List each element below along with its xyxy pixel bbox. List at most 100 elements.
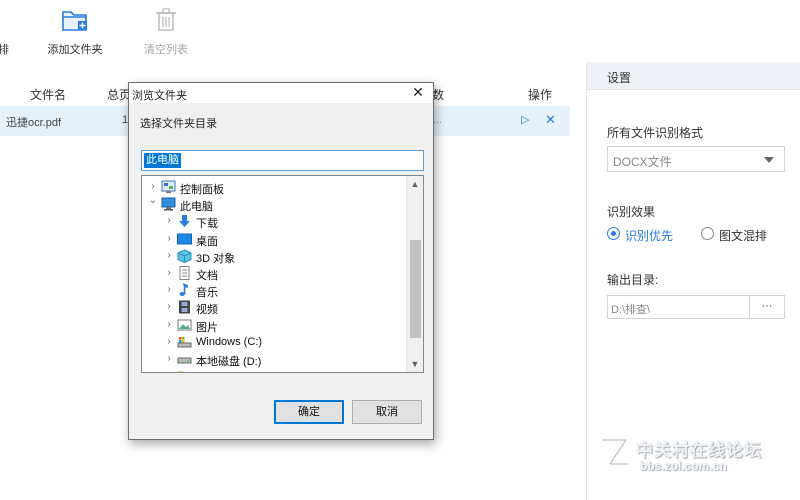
watermark: 中关村在线论坛 bbs.zol.com.cn: [596, 432, 796, 476]
add-folder-button[interactable]: 添加文件夹: [44, 0, 106, 62]
toolbar-sort-button[interactable]: 排: [0, 0, 9, 62]
remove-icon[interactable]: ✕: [545, 112, 556, 128]
tree-node[interactable]: › 新建文件夹: [164, 368, 402, 372]
browse-button[interactable]: ···: [749, 295, 785, 319]
folder-path-selected-text: 此电脑: [144, 153, 181, 168]
effect-label: 识别效果: [607, 205, 656, 219]
output-dir-input[interactable]: D:\排查\: [607, 295, 750, 319]
chevron-right-icon[interactable]: ›: [164, 215, 174, 226]
toolbar: 排 添加文件夹 清空列表: [0, 0, 800, 62]
control-panel-icon: [161, 180, 176, 194]
row-range: ...: [433, 114, 443, 126]
clear-list-label: 清空列表: [144, 44, 188, 56]
tree-node-label: Windows (C:): [196, 335, 263, 348]
play-icon[interactable]: ▷: [521, 113, 529, 126]
column-header-actions: 操作: [528, 88, 553, 102]
radio-unchecked-icon: [701, 227, 714, 240]
format-select[interactable]: DOCX文件: [607, 146, 785, 172]
tree-node[interactable]: › 音乐: [164, 282, 402, 299]
drive-d-icon: [177, 352, 192, 366]
documents-icon: [177, 266, 192, 280]
radio-mixed-layout-label: 图文混排: [719, 229, 768, 243]
chevron-right-icon[interactable]: ›: [164, 336, 174, 347]
tree-node[interactable]: › Windows (C:): [164, 334, 402, 351]
3d-objects-icon: [177, 249, 192, 263]
radio-recognition-first[interactable]: 识别优先: [607, 226, 687, 243]
chevron-right-icon[interactable]: ›: [164, 267, 174, 278]
watermark-url: bbs.zol.com.cn: [640, 459, 727, 473]
tree-node-label: 新建文件夹: [196, 370, 251, 372]
close-icon[interactable]: ✕: [407, 83, 429, 103]
computer-icon: [161, 197, 176, 211]
download-icon: [177, 214, 192, 228]
format-select-value: DOCX文件: [613, 155, 672, 169]
row-filename: 迅捷ocr.pdf: [6, 117, 62, 129]
radio-mixed-layout[interactable]: 图文混排: [701, 226, 781, 243]
add-folder-label: 添加文件夹: [47, 44, 103, 56]
toolbar-sort-label: 排: [0, 44, 9, 56]
tree-node[interactable]: › 图片: [164, 317, 402, 334]
chevron-right-icon[interactable]: ›: [148, 181, 158, 192]
chevron-right-icon[interactable]: ›: [164, 353, 174, 364]
column-header-filename[interactable]: 文件名: [30, 86, 66, 103]
drive-c-icon: [177, 335, 192, 349]
tree-node-label: 3D 对象: [196, 252, 236, 265]
cancel-button[interactable]: 取消: [352, 400, 422, 424]
ok-button[interactable]: 确定: [274, 400, 344, 424]
tree-node[interactable]: › 控制面板: [148, 179, 402, 196]
pictures-icon: [177, 318, 192, 332]
tree-node-label: 视频: [196, 304, 218, 317]
desktop-icon: [177, 232, 192, 246]
chevron-down-icon: [764, 157, 774, 163]
chevron-right-icon[interactable]: ›: [164, 284, 174, 295]
tree-node[interactable]: › 文档: [164, 265, 402, 282]
music-icon: [177, 283, 192, 297]
scrollbar-thumb[interactable]: [410, 240, 421, 338]
tree-node-label: 图片: [196, 321, 218, 334]
folder-tree-list: › 控制面板 ⌄ 此电脑 › 下载 › 桌面 › 3D 对象 › 文档 › 音乐 › 视频 › 图片 › Window…: [142, 176, 406, 372]
clear-list-button[interactable]: 清空列表: [138, 0, 194, 62]
tree-node[interactable]: › 3D 对象: [164, 248, 402, 265]
chevron-down-icon[interactable]: ⌄: [148, 195, 158, 206]
settings-header: 设置: [587, 62, 800, 90]
tree-node[interactable]: ⌄ 此电脑: [148, 195, 402, 214]
tree-node[interactable]: › 本地磁盘 (D:): [164, 351, 402, 368]
scroll-down-icon[interactable]: ▼: [407, 356, 423, 372]
dialog-description: 选择文件夹目录: [140, 118, 217, 130]
tree-node[interactable]: › 桌面: [164, 231, 402, 248]
folder-path-input[interactable]: 此电脑: [141, 150, 424, 171]
radio-recognition-first-label: 识别优先: [625, 229, 674, 243]
tree-node-label: 音乐: [196, 287, 218, 300]
add-folder-icon: [62, 11, 87, 31]
settings-title: 设置: [607, 71, 632, 85]
scroll-up-icon[interactable]: ▲: [407, 176, 423, 192]
chevron-right-icon[interactable]: ›: [164, 370, 174, 372]
zol-logo-icon: [602, 437, 629, 467]
trash-icon: [156, 8, 176, 31]
tree-node-label: 控制面板: [180, 184, 224, 196]
chevron-right-icon[interactable]: ›: [164, 233, 174, 244]
output-dir-label: 输出目录:: [607, 273, 659, 287]
folder-icon: [177, 369, 192, 372]
folder-tree[interactable]: › 控制面板 ⌄ 此电脑 › 下载 › 桌面 › 3D 对象 › 文档 › 音乐 › 视频 › 图片 › Window…: [141, 175, 424, 373]
tree-node-label: 此电脑: [180, 201, 213, 214]
tree-node-label: 本地磁盘 (D:): [196, 356, 262, 368]
dialog-titlebar[interactable]: 浏览文件夹 ✕: [129, 83, 433, 103]
video-icon: [177, 300, 192, 314]
tree-node-label: 文档: [196, 270, 218, 282]
format-label: 所有文件识别格式: [607, 126, 704, 140]
browse-folder-dialog: 浏览文件夹 ✕ 选择文件夹目录 此电脑 › 控制面板 ⌄ 此电脑 › 下载 › 桌面 › 3D 对…: [128, 82, 434, 440]
tree-node-label: 桌面: [196, 235, 218, 248]
chevron-right-icon[interactable]: ›: [164, 319, 174, 330]
output-dir-value: D:\排查\: [611, 304, 651, 316]
watermark-title: 中关村在线论坛: [636, 441, 762, 460]
tree-node[interactable]: › 视频: [164, 299, 402, 316]
tree-node[interactable]: › 下载: [164, 213, 402, 230]
chevron-right-icon[interactable]: ›: [164, 250, 174, 261]
radio-checked-icon: [607, 227, 620, 240]
dialog-title: 浏览文件夹: [132, 90, 187, 102]
chevron-right-icon[interactable]: ›: [164, 301, 174, 312]
app-window: 排 添加文件夹 清空列表 文件名 总页 数 操作 迅捷ocr.pdf 1 ...…: [0, 0, 800, 500]
tree-node-label: 下载: [196, 218, 218, 231]
tree-scrollbar[interactable]: ▲ ▼: [406, 176, 423, 372]
